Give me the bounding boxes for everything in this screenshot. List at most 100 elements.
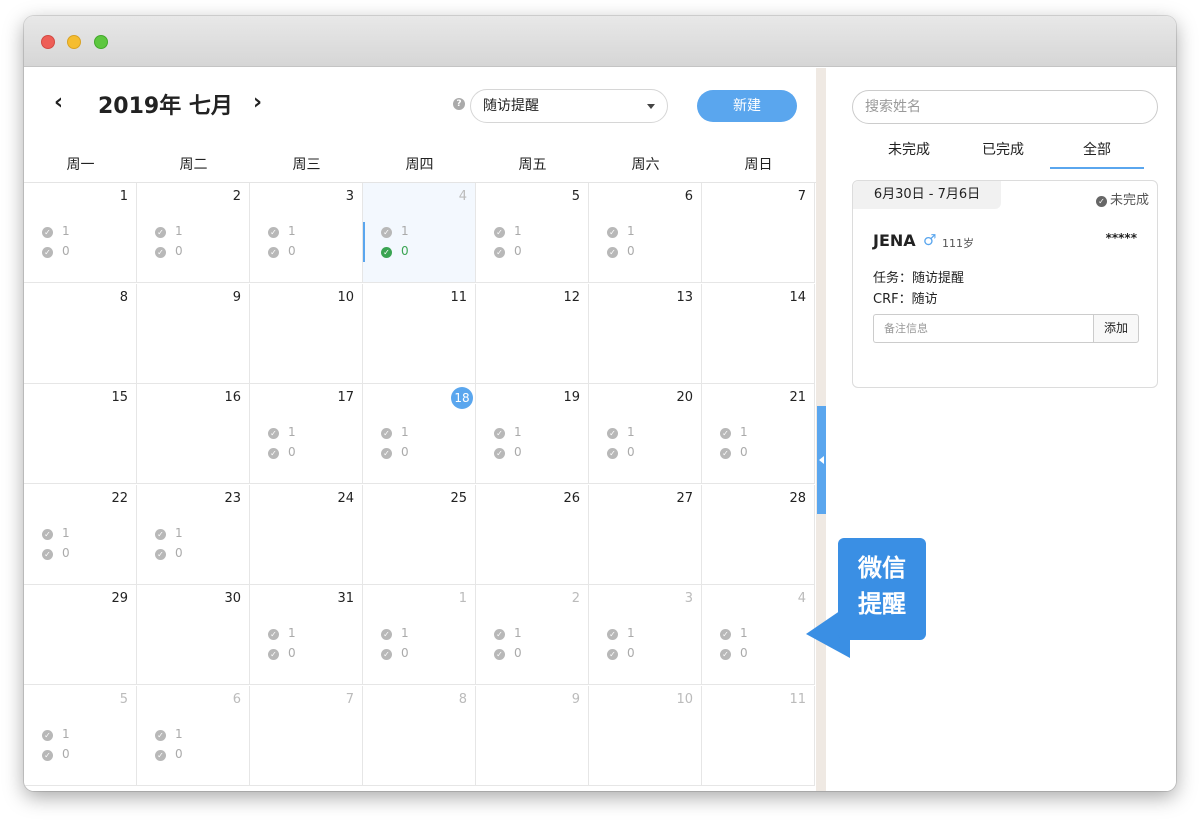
- calendar-day-cell[interactable]: 30: [137, 585, 250, 685]
- check-circle-icon: ✓: [381, 448, 392, 459]
- callout-line-1: 微信: [858, 554, 906, 582]
- calendar-day-cell[interactable]: 13: [589, 283, 702, 384]
- done-count: ✓ 0: [607, 445, 635, 459]
- check-circle-icon: ✓: [494, 227, 505, 238]
- count-value: 0: [627, 646, 635, 660]
- task-sidebar: 搜索姓名 未完成 已完成 全部 6月30日 - 7月6日 ✓ 未完成 JENA ♂…: [826, 68, 1176, 791]
- day-number: 24: [337, 490, 354, 506]
- calendar-day-cell[interactable]: 5 ✓ 1 ✓ 0: [24, 685, 137, 786]
- done-count: ✓ 0: [607, 244, 635, 258]
- calendar-day-cell[interactable]: 8: [363, 685, 476, 786]
- calendar-day-cell[interactable]: 4 ✓ 1 ✓ 0: [363, 183, 476, 283]
- calendar-day-cell[interactable]: 25: [363, 484, 476, 585]
- masked-id: *****: [1105, 231, 1137, 245]
- calendar-day-cell[interactable]: 23 ✓ 1 ✓ 0: [137, 484, 250, 585]
- minimize-window-button[interactable]: [67, 35, 81, 49]
- day-number: 29: [111, 591, 128, 606]
- tab-all[interactable]: 全部: [1050, 139, 1144, 169]
- count-value: 0: [401, 445, 409, 459]
- check-circle-icon: ✓: [607, 227, 618, 238]
- calendar-day-cell[interactable]: 5 ✓ 1 ✓ 0: [476, 183, 589, 283]
- calendar-day-cell[interactable]: 3 ✓ 1 ✓ 0: [250, 183, 363, 283]
- calendar-day-cell[interactable]: 18 ✓ 1 ✓ 0: [363, 384, 476, 484]
- calendar-day-cell[interactable]: 9: [137, 283, 250, 384]
- calendar-day-cell[interactable]: 9: [476, 685, 589, 786]
- calendar-day-cell[interactable]: 8: [24, 283, 137, 384]
- calendar-day-cell[interactable]: 14: [702, 283, 815, 384]
- day-number: 30: [224, 591, 241, 606]
- tab-completed[interactable]: 已完成: [956, 139, 1050, 167]
- calendar-day-cell[interactable]: 6 ✓ 1 ✓ 0: [589, 183, 702, 283]
- calendar-day-cell[interactable]: 15: [24, 384, 137, 484]
- calendar-day-cell[interactable]: 3 ✓ 1 ✓ 0: [589, 585, 702, 685]
- check-circle-icon: ✓: [381, 649, 392, 660]
- calendar-day-cell[interactable]: 27: [589, 484, 702, 585]
- day-number: 20: [676, 390, 693, 405]
- collapse-panel-icon[interactable]: [817, 406, 826, 514]
- check-circle-icon: ✓: [155, 528, 166, 540]
- reminder-type-select[interactable]: 随访提醒: [470, 89, 668, 123]
- next-month-icon[interactable]: ›: [253, 90, 262, 115]
- calendar-day-cell[interactable]: 21 ✓ 1 ✓ 0: [702, 384, 815, 484]
- task-info: 任务：随访提醒: [873, 271, 965, 286]
- note-input[interactable]: 备注信息: [873, 314, 1093, 343]
- calendar-day-cell[interactable]: 16: [137, 384, 250, 484]
- calendar-day-cell[interactable]: 17 ✓ 1 ✓ 0: [250, 384, 363, 484]
- search-input[interactable]: 搜索姓名: [852, 90, 1158, 124]
- close-window-button[interactable]: [41, 35, 55, 49]
- done-count: ✓ 0: [155, 546, 183, 560]
- calendar-day-cell[interactable]: 2 ✓ 1 ✓ 0: [137, 183, 250, 283]
- calendar-day-cell[interactable]: 24: [250, 484, 363, 585]
- calendar-day-cell[interactable]: 19 ✓ 1 ✓ 0: [476, 384, 589, 484]
- calendar-day-cell[interactable]: 11: [363, 283, 476, 384]
- check-circle-icon: ✓: [42, 528, 53, 540]
- check-circle-icon: ✓: [494, 649, 505, 660]
- pending-count: ✓ 1: [494, 626, 522, 640]
- count-value: 1: [514, 224, 522, 238]
- day-number: 5: [119, 691, 128, 707]
- check-circle-icon: ✓: [155, 247, 166, 258]
- calendar-day-cell[interactable]: 1 ✓ 1 ✓ 0: [24, 183, 137, 283]
- calendar-day-cell[interactable]: 22 ✓ 1 ✓ 0: [24, 484, 137, 585]
- calendar-day-cell[interactable]: 10: [250, 283, 363, 384]
- day-number: 12: [563, 289, 580, 305]
- done-count: ✓ 0: [720, 445, 748, 459]
- calendar-day-cell[interactable]: 28: [702, 484, 815, 585]
- prev-month-icon[interactable]: ‹: [54, 90, 63, 115]
- check-circle-icon: ✓: [381, 629, 392, 640]
- count-value: 0: [62, 746, 70, 761]
- count-value: 0: [514, 646, 522, 660]
- check-circle-icon: ✓: [42, 227, 53, 238]
- calendar-day-cell[interactable]: 6 ✓ 1 ✓ 0: [137, 685, 250, 786]
- check-circle-icon: ✓: [494, 247, 505, 258]
- count-value: 0: [401, 244, 409, 258]
- count-value: 0: [740, 445, 748, 459]
- check-circle-icon: ✓: [607, 448, 618, 459]
- new-button[interactable]: 新建: [697, 90, 797, 122]
- done-count: ✓ 0: [155, 244, 183, 258]
- status-badge: ✓ 未完成: [1095, 189, 1149, 208]
- check-circle-icon: ✓: [155, 729, 166, 741]
- calendar-day-cell[interactable]: 7: [702, 183, 815, 283]
- calendar-day-cell[interactable]: 12: [476, 283, 589, 384]
- male-icon: ♂: [923, 231, 937, 249]
- calendar-day-cell[interactable]: 1 ✓ 1 ✓ 0: [363, 585, 476, 685]
- calendar-day-cell[interactable]: 2 ✓ 1 ✓ 0: [476, 585, 589, 685]
- day-number: 3: [684, 591, 693, 606]
- help-icon[interactable]: ?: [453, 98, 465, 110]
- calendar-day-cell[interactable]: 7: [250, 685, 363, 786]
- calendar-day-cell[interactable]: 31 ✓ 1 ✓ 0: [250, 585, 363, 685]
- check-circle-icon: ✓: [607, 428, 618, 439]
- calendar-day-cell[interactable]: 10: [589, 685, 702, 786]
- add-note-button[interactable]: 添加: [1093, 314, 1139, 343]
- calendar-day-cell[interactable]: 26: [476, 484, 589, 585]
- day-number: 23: [224, 490, 241, 506]
- patient-name: JENA: [873, 231, 916, 250]
- day-number: 19: [563, 390, 580, 405]
- calendar-day-cell[interactable]: 20 ✓ 1 ✓ 0: [589, 384, 702, 484]
- calendar-day-cell[interactable]: 11: [702, 685, 815, 786]
- maximize-window-button[interactable]: [94, 35, 108, 49]
- calendar-day-cell[interactable]: 29: [24, 585, 137, 685]
- calendar-day-cell[interactable]: 4 ✓ 1 ✓ 0: [702, 585, 815, 685]
- tab-incomplete[interactable]: 未完成: [862, 139, 956, 167]
